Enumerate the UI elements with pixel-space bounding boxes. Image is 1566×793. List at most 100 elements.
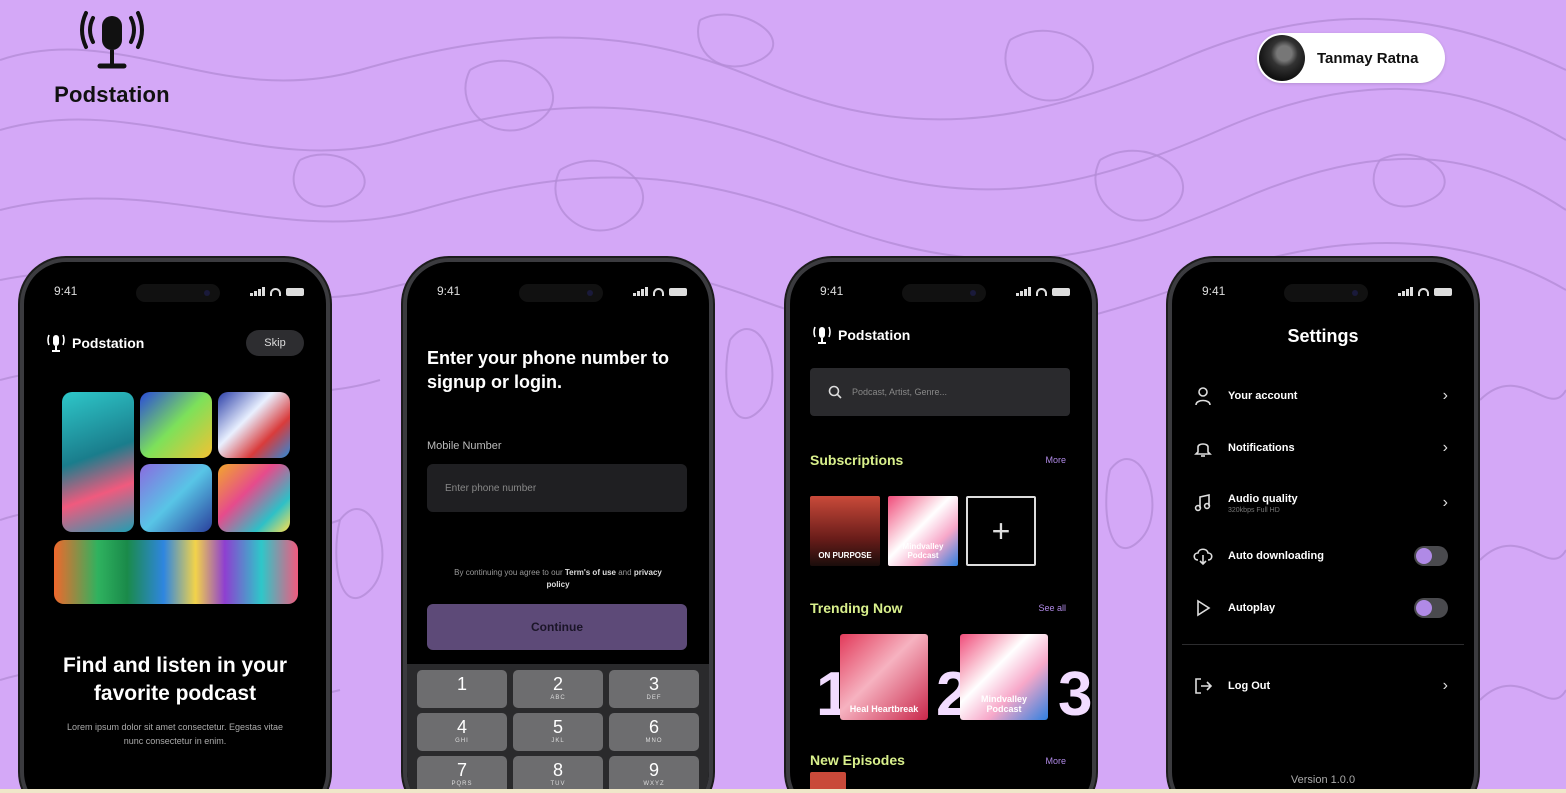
settings-item-notifications[interactable]: Notifications › [1192, 434, 1448, 462]
phone-onboarding-screen: 9:41 Podstation Skip Find and listen in … [20, 258, 330, 793]
search-input[interactable] [852, 387, 1052, 397]
trending-card[interactable]: Heal Heartbreak [840, 634, 928, 720]
signal-icon [1016, 287, 1031, 296]
auto-downloading-toggle[interactable] [1414, 546, 1448, 566]
user-name: Tanmay Ratna [1317, 49, 1419, 67]
terms-and: and [618, 568, 632, 577]
terms-of-use-link[interactable]: Term's of use [565, 568, 616, 577]
settings-item-autoplay[interactable]: Autoplay [1192, 594, 1448, 622]
search-bar[interactable] [810, 368, 1070, 416]
terms-prefix: By continuing you agree to our [454, 568, 563, 577]
subscription-thumb[interactable]: ON PURPOSE [810, 496, 880, 566]
keypad-key[interactable]: 6 MNO [609, 713, 699, 751]
settings-divider [1182, 644, 1464, 645]
new-episodes-title: New Episodes [810, 752, 905, 768]
dynamic-island [1284, 284, 1368, 302]
cloud-download-icon [1192, 546, 1214, 566]
key-letters: ABC [550, 695, 566, 701]
settings-item-auto-downloading[interactable]: Auto downloading [1192, 542, 1448, 570]
settings-title: Settings [1287, 326, 1359, 346]
wifi-icon [1036, 288, 1047, 296]
avatar [1259, 35, 1305, 81]
chevron-right-icon: › [1442, 387, 1448, 404]
keypad-key[interactable]: 3 DEF [609, 670, 699, 708]
home-header: Podstation [812, 324, 910, 346]
settings-item-log-out[interactable]: Log Out › [1192, 672, 1448, 700]
status-icons [633, 287, 687, 296]
phone-number-input[interactable] [427, 464, 687, 512]
settings-item-audio-quality[interactable]: Audio quality 320kbps Full HD › [1192, 486, 1448, 520]
keypad-key[interactable]: 4 GHI [417, 713, 507, 751]
settings-item-your-account[interactable]: Your account › [1192, 382, 1448, 410]
add-subscription-button[interactable]: + [966, 496, 1036, 566]
key-number: 9 [648, 760, 659, 780]
subscription-thumb[interactable]: Mindvalley Podcast [888, 496, 958, 566]
terms-text: By continuing you agree to our Term's of… [447, 567, 669, 591]
settings-item-label: Your account [1228, 390, 1298, 402]
dynamic-island [902, 284, 986, 302]
user-icon [1192, 386, 1214, 406]
continue-button[interactable]: Continue [427, 604, 687, 650]
keypad-key[interactable]: 9 WXYZ [609, 756, 699, 793]
settings-item-label: Autoplay [1228, 602, 1276, 614]
status-icons [250, 287, 304, 296]
key-number: 5 [552, 717, 563, 737]
signal-icon [633, 287, 648, 296]
podcast-artwork-collage [52, 390, 300, 608]
dynamic-island [519, 284, 603, 302]
settings-item-label: Log Out [1228, 680, 1271, 692]
wifi-icon [270, 288, 281, 296]
status-time: 9:41 [437, 284, 461, 298]
status-time: 9:41 [54, 284, 78, 298]
logout-icon [1192, 676, 1214, 696]
login-title: Enter your phone number to signup or log… [427, 348, 670, 392]
onboarding-header: Podstation Skip [46, 328, 304, 358]
signal-icon [1398, 287, 1413, 296]
trending-see-all-link[interactable]: See all [1038, 603, 1066, 613]
chevron-right-icon: › [1442, 677, 1448, 694]
key-number: 8 [552, 760, 563, 780]
new-episodes-more-link[interactable]: More [1045, 756, 1066, 766]
key-letters: JKL [551, 738, 565, 744]
wifi-icon [1418, 288, 1429, 296]
dynamic-island [136, 284, 220, 302]
keypad-key[interactable]: 7 PQRS [417, 756, 507, 793]
keypad-key[interactable]: 1 [417, 670, 507, 708]
key-number: 2 [552, 674, 563, 694]
chevron-right-icon: › [1442, 439, 1448, 456]
subscriptions-more-link[interactable]: More [1045, 455, 1066, 465]
skip-button[interactable]: Skip [246, 330, 304, 356]
settings-item-label: Auto downloading [1228, 550, 1324, 562]
app-name: Podstation [72, 335, 145, 351]
keypad-key[interactable]: 8 TUV [513, 756, 603, 793]
trending-rank: 3 [1058, 660, 1093, 729]
search-icon [828, 385, 842, 399]
music-note-icon [1192, 493, 1214, 513]
trending-card[interactable]: Mindvalley Podcast [960, 634, 1048, 720]
brand-logo[interactable]: Podstation [46, 8, 178, 108]
bottom-edge [0, 789, 1566, 793]
podcast-mic-icon [47, 334, 65, 352]
chevron-right-icon: › [1442, 494, 1448, 511]
podcast-mic-icon [80, 11, 144, 69]
keypad-key[interactable]: 5 JKL [513, 713, 603, 751]
autoplay-toggle[interactable] [1414, 598, 1448, 618]
onboarding-subtitle: Lorem ipsum dolor sit amet consectetur. … [66, 722, 284, 746]
key-number: 7 [456, 760, 467, 780]
settings-item-title: Audio quality [1228, 492, 1298, 505]
keypad-key[interactable]: 2 ABC [513, 670, 603, 708]
status-icons [1016, 287, 1070, 296]
podcast-mic-icon [813, 326, 831, 344]
numeric-keypad: 1 2 ABC 3 DEF 4 GHI 5 JKL 6 MNO 7 PQRS 8 TUV 9W… [407, 664, 709, 793]
key-number: 4 [456, 717, 467, 737]
key-letters: GHI [455, 738, 469, 744]
trending-card-title: Heal Heartbreak [849, 704, 919, 714]
trending-title: Trending Now [810, 600, 903, 616]
signal-icon [250, 287, 265, 296]
bell-icon [1192, 438, 1214, 458]
trending-card-title: Mindvalley Podcast [980, 694, 1027, 714]
play-icon [1192, 598, 1214, 618]
battery-icon [669, 288, 687, 296]
user-profile-chip[interactable]: Tanmay Ratna [1257, 33, 1445, 83]
battery-icon [286, 288, 304, 296]
